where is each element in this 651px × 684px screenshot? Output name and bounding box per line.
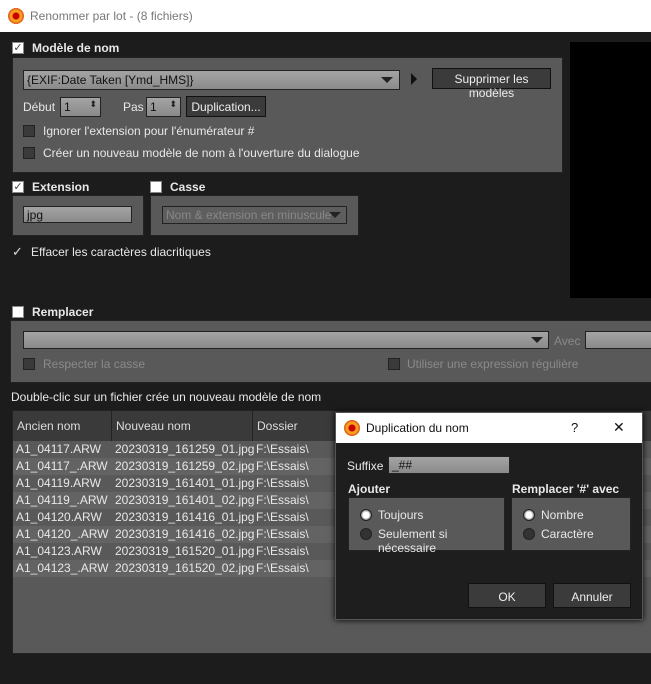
chevron-down-icon: [329, 212, 341, 218]
replace-with-input[interactable]: [585, 331, 651, 349]
play-arrow-icon[interactable]: [411, 73, 417, 85]
folder-cell: F:\Essais\: [256, 510, 309, 524]
always-radio[interactable]: [360, 509, 372, 521]
case-header: Casse: [170, 180, 206, 194]
start-spinner[interactable]: 1 ⬍: [60, 97, 101, 117]
match-case-label: Respecter la casse: [43, 357, 146, 371]
chevron-down-icon: [381, 77, 393, 83]
title-bar: Renommer par lot - (8 fichiers): [0, 0, 651, 32]
preview-area: [570, 42, 651, 298]
add-group: Toujours Seulement si nécessaire: [348, 497, 505, 555]
case-select[interactable]: Nom & extension en minuscule: [162, 206, 347, 224]
duplication-dialog: Duplication du nom ? ✕ Suffixe _## Ajout…: [335, 412, 643, 620]
always-label: Toujours: [378, 508, 424, 522]
character-label: Caractère: [541, 527, 594, 541]
folder-cell: F:\Essais\: [256, 493, 309, 507]
number-radio[interactable]: [523, 509, 535, 521]
old-name-cell: A1_04120_.ARW: [16, 527, 109, 541]
new-name-cell: 20230319_161401_02.jpg: [115, 493, 255, 507]
diacritics-checkbox[interactable]: ✓: [12, 244, 23, 260]
cancel-button[interactable]: Annuler: [553, 583, 631, 608]
with-label: Avec: [554, 334, 581, 348]
suffix-label: Suffixe: [347, 459, 384, 473]
new-model-checkbox[interactable]: [23, 147, 35, 159]
help-button[interactable]: ?: [571, 420, 578, 435]
new-name-cell: 20230319_161520_02.jpg: [115, 561, 255, 575]
extension-input[interactable]: jpg: [23, 206, 132, 223]
new-name-cell: 20230319_161401_01.jpg: [115, 476, 255, 490]
spinner-arrows-icon[interactable]: ⬍: [169, 99, 177, 110]
column-header-new-name[interactable]: Nouveau nom: [112, 411, 253, 441]
if-needed-radio[interactable]: [360, 528, 372, 540]
new-name-cell: 20230319_161259_01.jpg: [115, 442, 255, 456]
character-radio[interactable]: [523, 528, 535, 540]
case-checkbox[interactable]: [150, 181, 162, 193]
old-name-cell: A1_04119.ARW: [16, 476, 101, 490]
folder-cell: F:\Essais\: [256, 544, 309, 558]
regex-label: Utiliser une expression régulière: [407, 357, 579, 371]
dialog-title: Duplication du nom: [366, 421, 469, 435]
model-header: Modèle de nom: [32, 41, 120, 55]
new-name-cell: 20230319_161416_01.jpg: [115, 510, 255, 524]
replace-hash-header: Remplacer '#' avec: [512, 482, 620, 496]
add-header: Ajouter: [348, 482, 390, 496]
diacritics-label: Effacer les caractères diacritiques: [31, 245, 211, 259]
old-name-cell: A1_04117.ARW: [16, 442, 101, 456]
suffix-input[interactable]: _##: [388, 456, 510, 474]
old-name-cell: A1_04123_.ARW: [16, 561, 109, 575]
folder-cell: F:\Essais\: [256, 527, 309, 541]
if-needed-label: Seulement si nécessaire: [378, 527, 448, 555]
folder-cell: F:\Essais\: [256, 476, 309, 490]
old-name-cell: A1_04120.ARW: [16, 510, 102, 524]
match-case-checkbox[interactable]: [23, 358, 35, 370]
delete-models-button[interactable]: Supprimer les modèles: [432, 68, 551, 100]
step-label: Pas: [123, 100, 144, 114]
close-button[interactable]: ✕: [613, 419, 625, 436]
regex-checkbox[interactable]: [388, 358, 400, 370]
folder-cell: F:\Essais\: [256, 561, 309, 575]
old-name-cell: A1_04119_.ARW: [16, 493, 108, 507]
replace-checkbox[interactable]: [12, 306, 24, 318]
replace-hash-group: Nombre Caractère: [511, 497, 631, 551]
number-label: Nombre: [541, 508, 584, 522]
old-name-cell: A1_04117_.ARW: [16, 459, 108, 473]
folder-cell: F:\Essais\: [256, 442, 309, 456]
old-name-cell: A1_04123.ARW: [16, 544, 102, 558]
spinner-arrows-icon[interactable]: ⬍: [89, 99, 97, 110]
new-name-cell: 20230319_161416_02.jpg: [115, 527, 255, 541]
extension-header: Extension: [32, 180, 90, 194]
extension-checkbox[interactable]: ✓: [12, 181, 24, 193]
case-value: Nom & extension en minuscule: [166, 208, 332, 222]
step-spinner[interactable]: 1 ⬍: [146, 97, 181, 117]
start-value: 1: [64, 100, 71, 114]
new-model-label: Créer un nouveau modèle de nom à l'ouver…: [43, 146, 360, 160]
replace-panel: [10, 320, 651, 383]
duplication-button[interactable]: Duplication...: [186, 96, 266, 117]
new-name-cell: 20230319_161520_01.jpg: [115, 544, 255, 558]
chevron-down-icon: [531, 337, 543, 343]
ignore-ext-label: Ignorer l'extension pour l'énumérateur #: [43, 124, 255, 138]
new-name-cell: 20230319_161259_02.jpg: [115, 459, 255, 473]
replace-find-select[interactable]: [23, 331, 549, 349]
model-checkbox[interactable]: ✓: [12, 42, 24, 54]
app-icon: [344, 420, 360, 436]
dialog-title-bar: Duplication du nom ? ✕: [336, 413, 642, 443]
replace-header: Remplacer: [32, 305, 94, 319]
column-header-old-name[interactable]: Ancien nom: [13, 411, 112, 441]
folder-cell: F:\Essais\: [256, 459, 309, 473]
start-label: Début: [23, 100, 56, 114]
app-icon: [8, 8, 24, 24]
template-value: {EXIF:Date Taken [Ymd_HMS]}: [27, 73, 194, 87]
ignore-ext-checkbox[interactable]: [23, 125, 35, 137]
ok-button[interactable]: OK: [468, 583, 546, 608]
window-title: Renommer par lot - (8 fichiers): [30, 9, 193, 23]
step-value: 1: [150, 100, 157, 114]
template-select[interactable]: {EXIF:Date Taken [Ymd_HMS]}: [23, 70, 400, 90]
hint-text: Double-clic sur un fichier crée un nouve…: [11, 390, 322, 404]
